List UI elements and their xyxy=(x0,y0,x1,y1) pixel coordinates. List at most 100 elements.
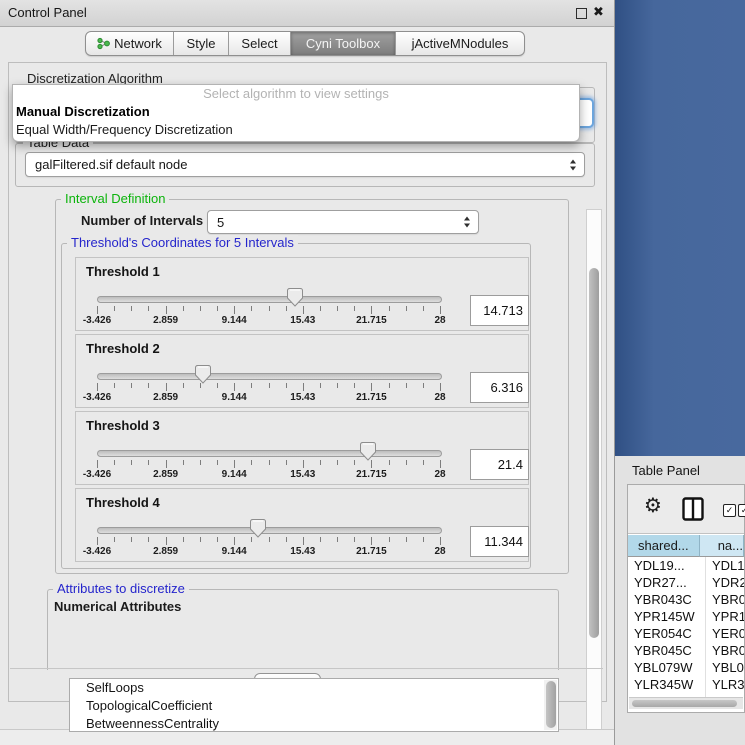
tab-cyni-toolbox[interactable]: Cyni Toolbox xyxy=(291,32,396,55)
table-row[interactable]: YBR045CYBR0... xyxy=(628,642,744,659)
slider-tick-label: -3.426 xyxy=(69,469,125,480)
table-cell[interactable]: YBR045C xyxy=(628,642,706,659)
slider-tick xyxy=(269,306,270,311)
table-cell[interactable]: YBR043C xyxy=(628,591,706,608)
table-row[interactable]: YER054CYER0... xyxy=(628,625,744,642)
float-window-icon[interactable] xyxy=(576,8,587,19)
slider-thumb[interactable] xyxy=(287,288,303,307)
table-cell[interactable]: YDR2... xyxy=(706,574,744,591)
table-cell[interactable]: YBR0... xyxy=(706,642,744,659)
table-cell[interactable]: YPR1... xyxy=(706,608,744,625)
slider-track[interactable] xyxy=(97,373,442,380)
table-row[interactable]: YBL079WYBL0... xyxy=(628,659,744,676)
stepper-icon xyxy=(570,159,576,170)
close-icon[interactable]: ✖ xyxy=(593,4,604,20)
slider-tick xyxy=(440,537,441,545)
threshold-value-field[interactable]: 14.713 xyxy=(470,295,529,326)
table-cell[interactable]: YPR145W xyxy=(628,608,706,625)
slider-tick xyxy=(166,460,167,468)
table-cell[interactable]: YLR345W xyxy=(628,676,706,693)
attribute-list-item[interactable]: BetweennessCentrality xyxy=(70,715,558,732)
slider-tick xyxy=(337,383,338,388)
slider-tick-label: 2.859 xyxy=(138,469,194,480)
table-data-selected-value: galFiltered.sif default node xyxy=(35,157,187,172)
dropdown-option-manual-discretization[interactable]: Manual Discretization xyxy=(13,103,579,121)
table-row[interactable]: YLR345WYLR3... xyxy=(628,676,744,693)
attribute-list-item[interactable]: TopologicalCoefficient xyxy=(70,697,558,715)
numerical-attributes-list[interactable]: SelfLoopsTopologicalCoefficientBetweenne… xyxy=(69,678,559,732)
checkbox-icon[interactable]: ✓ xyxy=(723,504,736,517)
gear-icon[interactable]: ⚙ xyxy=(644,496,662,516)
table-cell[interactable]: YER0... xyxy=(706,625,744,642)
slider-track[interactable] xyxy=(97,527,442,534)
slider-tick-label: 15.43 xyxy=(275,469,331,480)
table-cell[interactable]: YBR0... xyxy=(706,591,744,608)
slider-thumb[interactable] xyxy=(250,519,266,538)
table-row[interactable]: YPR145WYPR1... xyxy=(628,608,744,625)
attribute-list-item[interactable]: SelfLoops xyxy=(70,679,558,697)
slider-tick xyxy=(423,460,424,465)
main-scrollbar-thumb[interactable] xyxy=(589,268,599,638)
threshold-value-field[interactable]: 6.316 xyxy=(470,372,529,403)
table-cell[interactable]: YLR3... xyxy=(706,676,744,693)
slider-tick-label: 28 xyxy=(412,546,468,557)
threshold-value-field[interactable]: 11.344 xyxy=(470,526,529,557)
slider-track[interactable] xyxy=(97,450,442,457)
slider-tick xyxy=(320,383,321,388)
slider-thumb[interactable] xyxy=(360,442,376,461)
slider-tick xyxy=(286,460,287,465)
threshold-value-field[interactable]: 21.4 xyxy=(470,449,529,480)
column-header-shared-name[interactable]: shared... xyxy=(628,535,700,557)
slider-tick-label: -3.426 xyxy=(69,546,125,557)
table-row[interactable]: YDR27...YDR2... xyxy=(628,574,744,591)
slider-tick xyxy=(234,383,235,391)
list-scrollbar[interactable] xyxy=(544,680,557,730)
slider-tick xyxy=(97,306,98,314)
tab-select[interactable]: Select xyxy=(229,32,291,55)
column-layout-icon[interactable] xyxy=(682,497,704,524)
slider-tick xyxy=(217,537,218,542)
slider-tick xyxy=(371,383,372,391)
list-scrollbar-thumb[interactable] xyxy=(546,681,556,728)
control-panel-window: Control Panel ✖ NetworkStyleSelect Cyni T… xyxy=(0,0,615,745)
table-cell[interactable]: YDL1... xyxy=(706,557,744,574)
stepper-icon xyxy=(464,217,470,228)
table-data-select[interactable]: galFiltered.sif default node xyxy=(25,152,585,177)
tab-style[interactable]: Style xyxy=(174,32,229,55)
slider-tick xyxy=(423,537,424,542)
slider-tick xyxy=(320,537,321,542)
threshold-label: Threshold 3 xyxy=(86,418,160,433)
numerical-attributes-label: Numerical Attributes xyxy=(51,599,184,614)
threshold-label: Threshold 2 xyxy=(86,341,160,356)
control-panel-titlebar[interactable]: Control Panel ✖ xyxy=(0,0,614,27)
tab-jactivemnodules[interactable]: jActiveMNodules xyxy=(396,32,524,55)
slider-tick xyxy=(131,537,132,542)
slider-tick-label: 15.43 xyxy=(275,315,331,326)
main-scrollbar[interactable] xyxy=(586,209,602,730)
table-cell[interactable]: YDR27... xyxy=(628,574,706,591)
slider-thumb[interactable] xyxy=(195,365,211,384)
threshold-box-2: Threshold 2-3.4262.8599.14415.4321.71528… xyxy=(75,334,529,408)
table-cell[interactable]: YBL0... xyxy=(706,659,744,676)
checkbox-icon[interactable]: ✓ xyxy=(738,504,745,517)
horizontal-scrollbar[interactable] xyxy=(629,697,743,709)
slider-tick xyxy=(97,537,98,545)
tab-network[interactable]: Network xyxy=(86,32,174,55)
number-of-intervals-select[interactable]: 5 xyxy=(207,210,479,234)
dropdown-option-equal-width-frequency-discretization[interactable]: Equal Width/Frequency Discretization xyxy=(13,121,579,139)
slider-tick xyxy=(183,306,184,311)
table-row[interactable]: YDL19...YDL1... xyxy=(628,557,744,574)
slider-tick-label: 21.715 xyxy=(343,315,399,326)
slider-track[interactable] xyxy=(97,296,442,303)
slider-tick xyxy=(166,306,167,314)
column-header-name[interactable]: na... xyxy=(700,535,744,557)
slider-tick xyxy=(423,383,424,388)
slider-tick-label: 21.715 xyxy=(343,392,399,403)
interval-definition-label: Interval Definition xyxy=(61,191,169,206)
tab-label: Cyni Toolbox xyxy=(306,36,380,51)
table-row[interactable]: YBR043CYBR0... xyxy=(628,591,744,608)
horizontal-scrollbar-thumb[interactable] xyxy=(632,700,737,707)
table-cell[interactable]: YBL079W xyxy=(628,659,706,676)
table-cell[interactable]: YDL19... xyxy=(628,557,706,574)
table-cell[interactable]: YER054C xyxy=(628,625,706,642)
